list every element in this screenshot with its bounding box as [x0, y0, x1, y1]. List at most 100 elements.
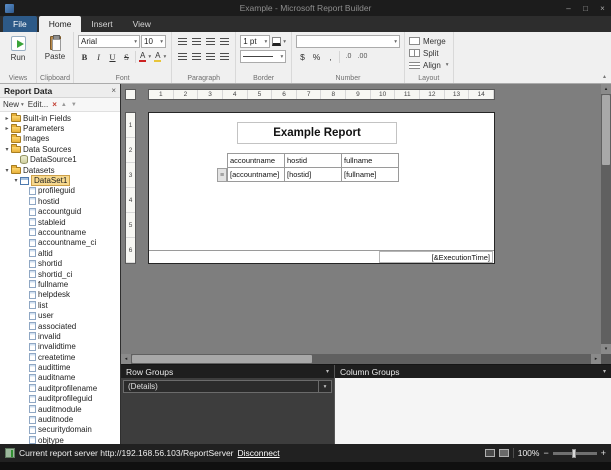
- collapse-ribbon-icon[interactable]: ▴: [603, 73, 606, 80]
- tablix-data-cell[interactable]: [fullname]: [342, 168, 399, 182]
- comma-button[interactable]: ,: [324, 50, 337, 63]
- tree-item-data-sources[interactable]: ▾ Data Sources: [0, 144, 120, 154]
- tree-item-auditmodule[interactable]: auditmodule: [0, 404, 120, 414]
- italic-button[interactable]: I: [92, 50, 105, 63]
- tree-item-shortid-ci[interactable]: shortid_ci: [0, 269, 120, 279]
- currency-button[interactable]: $: [296, 50, 309, 63]
- tree-item-fullname[interactable]: fullname: [0, 279, 120, 289]
- tree-item-datasets[interactable]: ▾ Datasets: [0, 165, 120, 175]
- tree-item-accountname-ci[interactable]: accountname_ci: [0, 238, 120, 248]
- execution-time-textbox[interactable]: [&ExecutionTime]: [379, 251, 493, 263]
- zoom-slider[interactable]: [552, 448, 597, 458]
- expand-arrow-icon[interactable]: ▸: [3, 115, 11, 122]
- tree-item-objtype[interactable]: objtype: [0, 435, 120, 444]
- zoom-in-icon[interactable]: +: [601, 448, 606, 458]
- chevron-down-icon[interactable]: ▾: [326, 368, 329, 375]
- tree-item-auditnode[interactable]: auditnode: [0, 414, 120, 424]
- chevron-down-icon[interactable]: ▾: [603, 368, 606, 375]
- maximize-icon[interactable]: □: [577, 0, 594, 16]
- tree-item-altid[interactable]: altid: [0, 248, 120, 258]
- report-canvas[interactable]: Example Report accountname hostid fullname…: [148, 112, 495, 264]
- tree-item-invalidtime[interactable]: invalidtime: [0, 342, 120, 352]
- zoom-slider-thumb[interactable]: [571, 448, 576, 458]
- run-button[interactable]: Run: [4, 35, 32, 62]
- delete-icon[interactable]: ×: [52, 100, 57, 109]
- increase-indent-button[interactable]: [218, 50, 231, 63]
- tree-item-auditprofilename[interactable]: auditprofilename: [0, 383, 120, 393]
- numbered-list-button[interactable]: [190, 50, 203, 63]
- align-right-button[interactable]: [204, 35, 217, 48]
- design-surface[interactable]: 1 2 3 4 5 6 7 8 9 10 11 12 13 14 123456 Example Repor…: [121, 84, 611, 364]
- tree-item-dataset1[interactable]: ▾ DataSet1: [0, 175, 120, 187]
- tree-item-stableid[interactable]: stableid: [0, 217, 120, 227]
- minimize-icon[interactable]: –: [560, 0, 577, 16]
- tablix-table[interactable]: accountname hostid fullname ≡ [accountname]…: [217, 153, 399, 182]
- tab-insert[interactable]: Insert: [81, 16, 122, 32]
- tree-item-accountguid[interactable]: accountguid: [0, 207, 120, 217]
- tree-item-accountname[interactable]: accountname: [0, 227, 120, 237]
- page-footer[interactable]: [&ExecutionTime]: [149, 250, 494, 263]
- decrease-indent-button[interactable]: [204, 50, 217, 63]
- tree-item-associated[interactable]: associated: [0, 321, 120, 331]
- percent-button[interactable]: %: [310, 50, 323, 63]
- bold-button[interactable]: B: [78, 50, 91, 63]
- tab-home[interactable]: Home: [38, 16, 82, 32]
- tree-item-securitydomain[interactable]: securitydomain: [0, 425, 120, 435]
- tree-item-hostid[interactable]: hostid: [0, 196, 120, 206]
- scroll-right-icon[interactable]: ▸: [591, 354, 601, 364]
- horizontal-scrollbar[interactable]: ◂ ▸: [121, 354, 601, 364]
- tablix-header-cell[interactable]: fullname: [342, 154, 399, 168]
- tree-item-auditprofileguid[interactable]: auditprofileguid: [0, 394, 120, 404]
- collapse-arrow-icon[interactable]: ▾: [3, 146, 11, 153]
- tree-item-audittime[interactable]: audittime: [0, 362, 120, 372]
- new-button[interactable]: New ▾: [3, 100, 24, 109]
- bullet-list-button[interactable]: [176, 50, 189, 63]
- tree-item-shortid[interactable]: shortid: [0, 258, 120, 268]
- border-color-button[interactable]: ▾: [271, 35, 287, 48]
- underline-button[interactable]: U: [106, 50, 119, 63]
- expand-arrow-icon[interactable]: ▸: [3, 125, 11, 132]
- tree-item-helpdesk[interactable]: helpdesk: [0, 290, 120, 300]
- run-view-icon[interactable]: [498, 449, 509, 457]
- tablix-header-cell[interactable]: accountname: [228, 154, 285, 168]
- align-button[interactable]: Align ▾: [408, 59, 449, 71]
- align-justify-button[interactable]: [218, 35, 231, 48]
- tree-item-list[interactable]: list: [0, 300, 120, 310]
- strikethrough-button[interactable]: S: [120, 50, 133, 63]
- collapse-arrow-icon[interactable]: ▾: [12, 177, 20, 184]
- vertical-scrollbar-thumb[interactable]: [602, 95, 610, 165]
- tab-view[interactable]: View: [123, 16, 161, 32]
- row-handle-icon[interactable]: ≡: [217, 168, 227, 182]
- tree-item-profileguid[interactable]: profileguid: [0, 186, 120, 196]
- disconnect-link[interactable]: Disconnect: [238, 448, 280, 458]
- increase-decimals-button[interactable]: .0: [342, 50, 355, 63]
- tab-file[interactable]: File: [3, 16, 37, 32]
- tree-item-built-in-fields[interactable]: ▸ Built-in Fields: [0, 113, 120, 123]
- split-button[interactable]: Split: [408, 47, 449, 59]
- vertical-scrollbar[interactable]: ▴ ▾: [601, 84, 611, 354]
- tree-item-auditname[interactable]: auditname: [0, 373, 120, 383]
- decrease-decimals-button[interactable]: .00: [356, 50, 369, 63]
- tablix-header-cell[interactable]: hostid: [285, 154, 342, 168]
- tree-item-createtime[interactable]: createtime: [0, 352, 120, 362]
- tree-item-invalid[interactable]: invalid: [0, 331, 120, 341]
- report-title-textbox[interactable]: Example Report: [237, 122, 397, 144]
- tablix-data-cell[interactable]: [hostid]: [285, 168, 342, 182]
- move-down-icon[interactable]: ▼: [71, 102, 77, 108]
- align-left-button[interactable]: [176, 35, 189, 48]
- zoom-out-icon[interactable]: −: [543, 448, 548, 458]
- tablix-data-cell[interactable]: [accountname]: [228, 168, 285, 182]
- merge-button[interactable]: Merge: [408, 35, 449, 47]
- move-up-icon[interactable]: ▲: [61, 102, 67, 108]
- paste-button[interactable]: Paste: [41, 35, 69, 61]
- scroll-up-icon[interactable]: ▴: [601, 84, 611, 94]
- border-width-select[interactable]: 1 pt ▾: [240, 35, 271, 48]
- close-icon[interactable]: ×: [594, 0, 611, 16]
- row-group-item[interactable]: (Details) ▾: [123, 380, 332, 393]
- font-family-select[interactable]: Arial ▾: [78, 35, 140, 48]
- dropdown-arrow-icon[interactable]: ▾: [318, 381, 331, 392]
- collapse-arrow-icon[interactable]: ▾: [3, 167, 11, 174]
- edit-button[interactable]: Edit...: [28, 100, 48, 109]
- align-center-button[interactable]: [190, 35, 203, 48]
- highlight-color-button[interactable]: A ▾: [153, 50, 167, 63]
